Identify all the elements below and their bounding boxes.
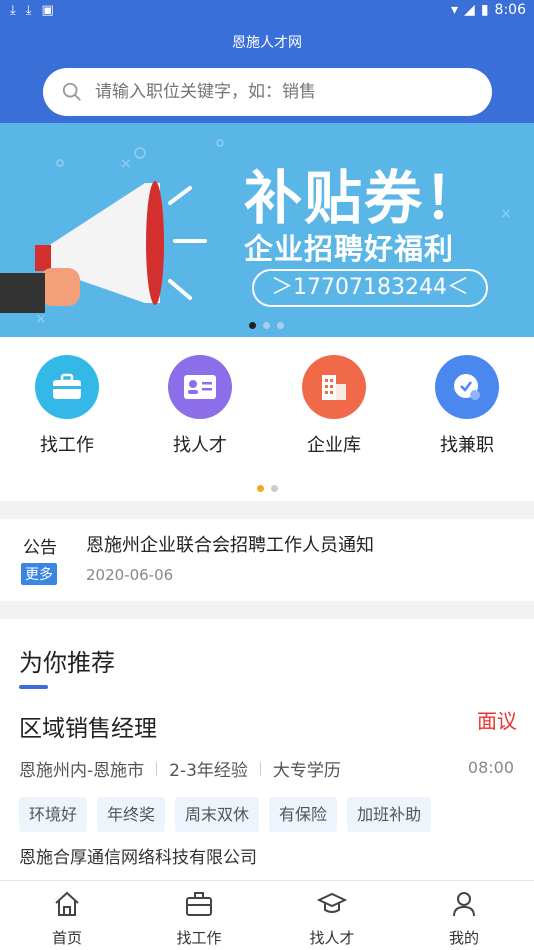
job-salary: 面议: [477, 709, 517, 733]
notice-more-button[interactable]: 更多: [21, 563, 57, 585]
search-input[interactable]: [95, 82, 455, 102]
job-tag: 环境好: [19, 797, 88, 832]
job-education: 大专学历: [272, 761, 341, 781]
section-title-underline: [19, 685, 48, 689]
nav-item-home[interactable]: 首页: [22, 889, 112, 948]
quick-menu-pagination: [257, 485, 278, 492]
quick-item-label: 找人才: [173, 435, 227, 456]
battery-icon: ▮: [480, 2, 489, 18]
status-time: 8:06: [494, 2, 526, 18]
job-tag: 有保险: [269, 797, 338, 832]
quick-item-label: 企业库: [307, 435, 361, 456]
building-icon: [302, 355, 366, 419]
download-icon: ⤓: [25, 3, 32, 18]
megaphone-icon: [0, 181, 207, 313]
bottom-nav: 首页 找工作 找人才 我的: [0, 880, 534, 950]
notice-label: 公告: [23, 538, 57, 558]
home-icon: [55, 891, 79, 916]
signal-icon: ◢: [464, 2, 475, 18]
quick-item-find-job[interactable]: 找工作: [17, 355, 117, 457]
pagination-dot: [263, 322, 270, 329]
job-tag: 年终奖: [97, 797, 166, 832]
pagination-dot: [277, 322, 284, 329]
briefcase-icon: [186, 892, 212, 916]
banner-phone: ＞17707183244＜: [252, 269, 488, 307]
graduation-cap-icon: [316, 892, 348, 913]
nav-label: 我的: [448, 929, 479, 947]
nav-item-find-job[interactable]: 找工作: [154, 889, 244, 948]
section-title: 为你推荐: [19, 649, 115, 677]
nav-item-find-talent[interactable]: 找人才: [287, 889, 377, 948]
id-card-icon: [168, 355, 232, 419]
pagination-dot: [249, 322, 256, 329]
banner-title: 补贴券！: [244, 164, 485, 232]
pagination-dot: [271, 485, 278, 492]
nav-label: 首页: [51, 929, 82, 947]
notice-title[interactable]: 恩施州企业联合会招聘工作人员通知: [86, 531, 374, 557]
search-bar[interactable]: [43, 68, 492, 116]
app-title: 恩施人才网: [232, 35, 302, 51]
nav-label: 找工作: [176, 929, 222, 947]
briefcase-icon: [35, 355, 99, 419]
divider: [156, 761, 158, 776]
nav-item-mine[interactable]: 我的: [419, 889, 509, 948]
quick-item-company-library[interactable]: 企业库: [284, 355, 384, 457]
notice-date: 2020-06-06: [86, 566, 174, 584]
job-tag: 周末双休: [175, 797, 260, 832]
user-icon: [453, 892, 475, 917]
job-tag: 加班补助: [347, 797, 432, 832]
job-meta: 恩施州内-恩施市 2-3年经验 大专学历: [19, 756, 341, 781]
job-company: 恩施合厚通信网络科技有限公司: [19, 848, 257, 868]
job-time: 08:00: [467, 758, 514, 777]
divider: [259, 761, 261, 776]
status-bar: ⤓ ⤓ ▣ ▾ ◢ ▮ 8:06: [0, 0, 534, 24]
banner-pagination: [249, 322, 284, 329]
quick-item-find-talent[interactable]: 找人才: [150, 355, 250, 457]
clock-icon: [435, 355, 499, 419]
quick-item-label: 找工作: [40, 435, 94, 456]
job-experience: 2-3年经验: [169, 761, 248, 781]
download-icon: ⤓: [10, 3, 16, 18]
job-tags: 环境好 年终奖 周末双休 有保险 加班补助: [19, 797, 432, 832]
app-notification-icon: ▣: [41, 3, 54, 18]
job-location: 恩施州内-恩施市: [19, 761, 145, 781]
promo-banner[interactable]: × × × 补贴券！ 企业招聘好福利 ＞17707183244＜: [0, 123, 534, 337]
header: ⤓ ⤓ ▣ ▾ ◢ ▮ 8:06 恩施人才网: [0, 0, 534, 123]
job-title: 区域销售经理: [19, 716, 157, 742]
banner-subtitle: 企业招聘好福利: [244, 232, 455, 266]
search-icon: [62, 82, 81, 101]
quick-item-part-time[interactable]: 找兼职: [417, 355, 517, 457]
nav-label: 找人才: [309, 929, 355, 947]
svg-text:×: ×: [500, 206, 512, 222]
wifi-icon: ▾: [451, 2, 459, 18]
notice-bar[interactable]: 公告 更多 恩施州企业联合会招聘工作人员通知 2020-06-06: [0, 519, 534, 601]
pagination-dot: [257, 485, 264, 492]
quick-item-label: 找兼职: [440, 435, 494, 456]
quick-menu: 找工作 找人才 企业库 找兼职: [0, 337, 534, 501]
recommend-section: 为你推荐 区域销售经理 面议 恩施州内-恩施市 2-3年经验 大专学历 08:0…: [0, 619, 534, 880]
